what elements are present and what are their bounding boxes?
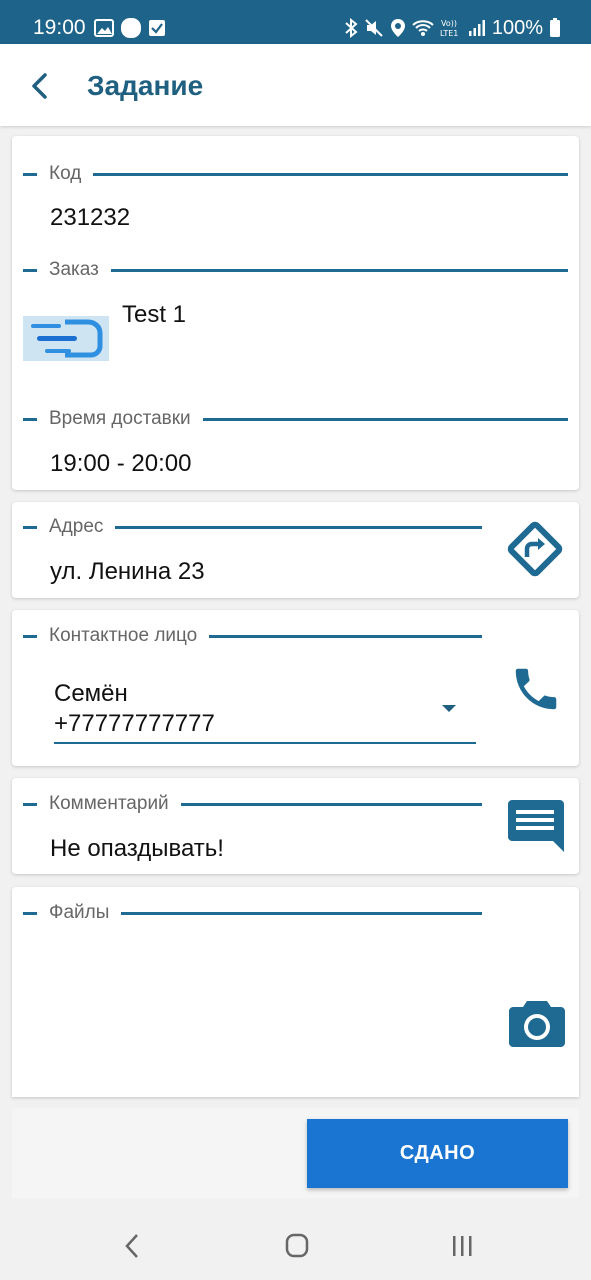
done-button[interactable]: СДАНО [307,1119,568,1188]
order-thumbnail[interactable] [23,316,109,361]
comment-label: Комментарий [23,793,482,815]
location-icon [390,19,405,37]
code-label: Код [23,163,568,185]
task-info-card: Код 231232 Заказ Test 1 Время доставки 1… [12,136,579,490]
address-card: Адрес ул. Ленина 23 [12,502,579,598]
call-button[interactable] [509,662,563,716]
contact-label: Контактное лицо [23,625,482,647]
directions-icon [507,521,563,577]
bluetooth-icon [345,18,358,38]
message-icon [508,800,564,852]
contact-card: Контактное лицо Семён +77777777777 [12,610,579,766]
nav-recents-button[interactable] [442,1230,482,1262]
chevron-left-icon [32,73,47,99]
camera-icon [509,1001,565,1047]
comment-value: Не опаздывать! [50,835,224,862]
nav-recents-icon [453,1236,472,1256]
status-bar: 19:00 Vo)) LTE1 100% [0,0,591,44]
directions-button[interactable] [504,518,566,580]
nav-home-button[interactable] [277,1230,317,1262]
files-label: Файлы [23,902,482,924]
nav-back-button[interactable] [112,1230,152,1262]
nav-home-icon [285,1233,309,1258]
mute-icon [365,19,383,37]
status-time: 19:00 [33,16,86,39]
image-icon [94,19,114,37]
delivery-time-label: Время доставки [23,408,568,430]
comment-card: Комментарий Не опаздывать! [12,778,579,874]
contact-phone: +77777777777 [54,710,215,737]
camera-button[interactable] [509,997,565,1049]
address-value: ул. Ленина 23 [50,558,205,585]
checkbox-icon [149,20,165,36]
address-label: Адрес [23,516,482,538]
order-name[interactable]: Test 1 [122,301,186,329]
delivery-logo-icon [23,316,109,361]
signal-icon [468,20,485,36]
wifi-icon [412,20,434,36]
order-label: Заказ [23,259,568,281]
delivery-time-value: 19:00 - 20:00 [50,450,192,477]
svg-text:Vo)): Vo)) [441,19,457,28]
phone-icon [515,668,557,710]
contact-name: Семён [54,680,128,707]
contact-select[interactable]: Семён +77777777777 [54,680,476,744]
svg-text:LTE1: LTE1 [440,29,458,38]
volte-icon: Vo))LTE1 [440,19,458,38]
code-value: 231232 [50,204,131,231]
back-button[interactable] [22,66,60,104]
files-card: Файлы [12,887,579,1097]
message-button[interactable] [508,798,566,854]
app-bar: Задание [0,44,591,126]
dropdown-arrow-icon [442,705,456,712]
nav-back-icon [125,1234,138,1258]
circle-icon [121,18,141,38]
page-title: Задание [87,70,204,101]
battery-percent: 100% [491,16,543,39]
battery-icon [550,18,560,37]
system-nav-bar [0,1210,591,1280]
